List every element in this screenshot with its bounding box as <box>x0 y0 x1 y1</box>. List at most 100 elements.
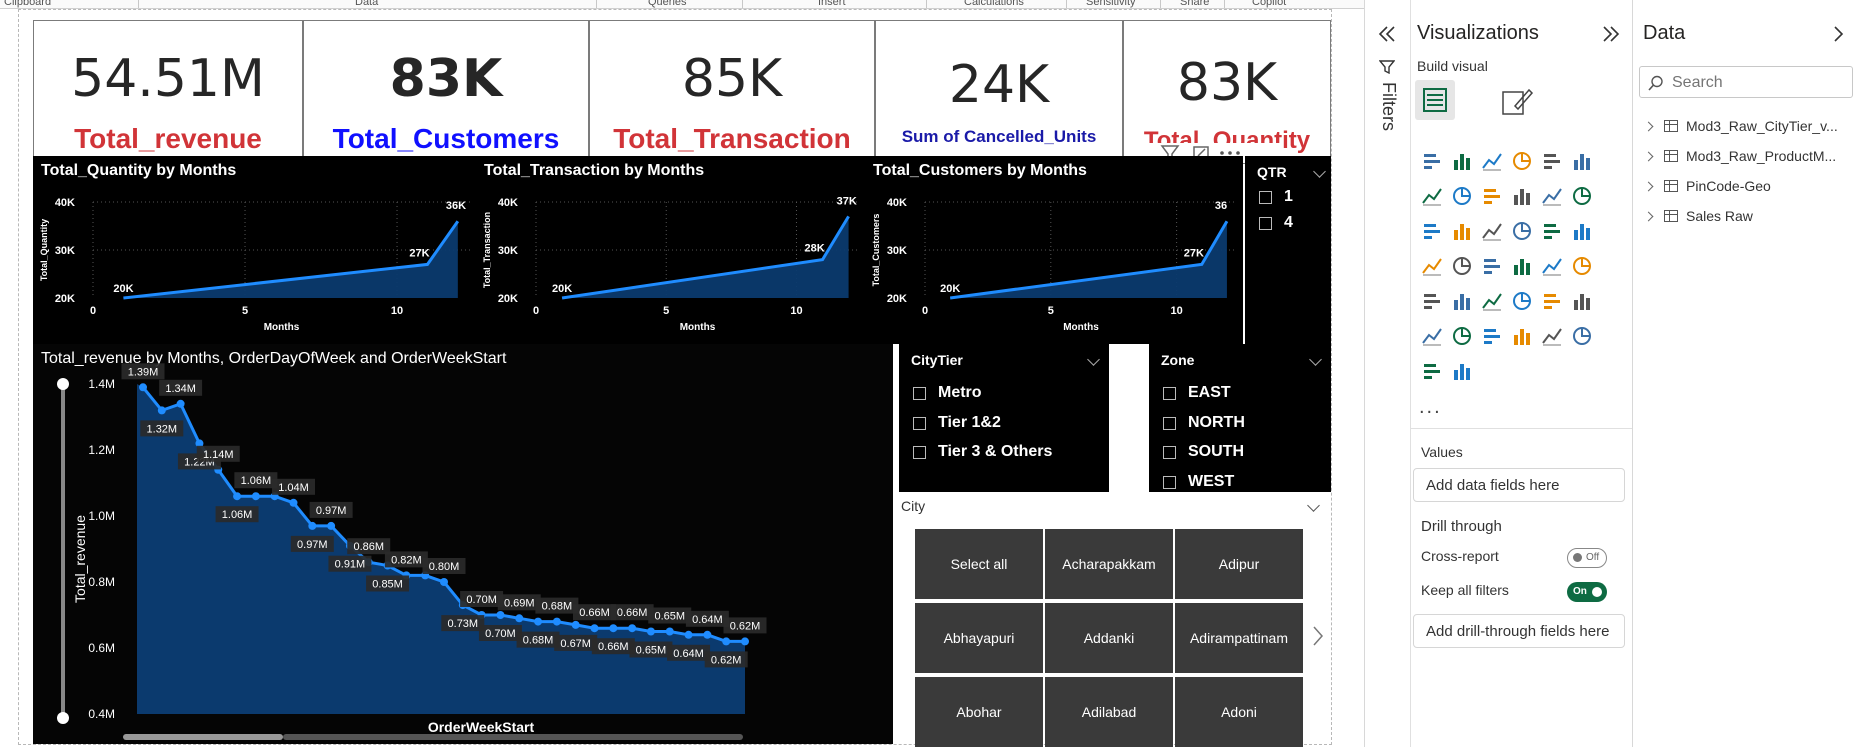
slicer-city[interactable]: City Select all Acharapakkam Adipur Abha… <box>899 498 1331 747</box>
checkbox[interactable] <box>1259 216 1272 230</box>
waterfall-icon[interactable] <box>1571 185 1593 207</box>
checkbox[interactable] <box>913 416 926 430</box>
area-chart-icon[interactable] <box>1451 185 1473 207</box>
city-tile[interactable]: Select all <box>915 529 1043 599</box>
slicer-icon[interactable] <box>1451 290 1473 312</box>
ribbon-group-clipboard[interactable]: Clipboard <box>4 0 51 8</box>
slicer-qtr[interactable]: QTR 1 4 <box>1245 156 1331 344</box>
kpi-card-cancelled-units[interactable]: 24K Sum of Cancelled_Units <box>875 20 1123 164</box>
kpi-card-total-quantity[interactable]: 83K Total_Quantity <box>1123 20 1331 164</box>
line-chart-icon[interactable] <box>1421 185 1443 207</box>
slicer-zone[interactable]: Zone EAST NORTH SOUTH WEST <box>1149 344 1331 492</box>
build-visual-tab[interactable] <box>1415 80 1455 120</box>
filters-pane-collapsed[interactable]: Filters <box>1364 0 1411 747</box>
city-tile[interactable]: Adipur <box>1175 529 1303 599</box>
kpi-card-total-transaction[interactable]: 85K Total_Transaction <box>589 20 875 164</box>
collapse-double-chevron-icon[interactable] <box>1601 24 1621 44</box>
gauge-icon[interactable] <box>1511 255 1533 277</box>
expand-double-chevron-icon[interactable] <box>1377 24 1397 44</box>
slicer-item[interactable]: WEST <box>1163 471 1234 493</box>
slicer-item[interactable]: NORTH <box>1163 412 1245 434</box>
filled-map-icon[interactable] <box>1451 255 1473 277</box>
collapse-chevron-icon[interactable] <box>1829 24 1849 44</box>
slicer-item[interactable]: EAST <box>1163 382 1231 404</box>
more-options-icon[interactable] <box>1220 151 1240 155</box>
slicer-citytier[interactable]: CityTier Metro Tier 1&2 Tier 3 & Others <box>899 344 1109 492</box>
ribbon-group-copilot[interactable]: Copilot <box>1252 0 1286 8</box>
more-visuals-ellipsis[interactable]: ... <box>1419 396 1442 419</box>
chevron-down-icon[interactable] <box>1307 499 1320 512</box>
stacked-area-icon[interactable] <box>1481 185 1503 207</box>
chevron-right-icon[interactable] <box>1643 151 1654 161</box>
keep-all-filters-toggle[interactable]: On <box>1567 582 1607 602</box>
chevron-down-icon[interactable] <box>1313 165 1326 178</box>
ribbon-group-calculations[interactable]: Calculations <box>964 0 1024 8</box>
checkbox[interactable] <box>1259 190 1272 204</box>
table-icon[interactable] <box>1481 290 1503 312</box>
power-automate-icon[interactable] <box>1451 360 1473 382</box>
narrative-icon[interactable] <box>1511 325 1533 347</box>
slicer-item[interactable]: SOUTH <box>1163 441 1244 463</box>
treemap-icon[interactable] <box>1571 220 1593 242</box>
qa-icon[interactable] <box>1481 325 1503 347</box>
slicer-item[interactable]: Metro <box>913 382 982 404</box>
decomposition-tree-icon[interactable] <box>1451 325 1473 347</box>
chevron-right-icon[interactable] <box>1643 181 1654 191</box>
scatter-icon[interactable] <box>1481 220 1503 242</box>
paginated-icon[interactable] <box>1541 325 1563 347</box>
pie-icon[interactable] <box>1511 220 1533 242</box>
chevron-right-icon[interactable] <box>1311 624 1325 648</box>
funnel-icon[interactable] <box>1451 220 1473 242</box>
table-row[interactable]: Mod3_Raw_ProductM... <box>1643 145 1836 167</box>
city-tile[interactable]: Acharapakkam <box>1045 529 1173 599</box>
city-tile[interactable]: Adirampattinam <box>1175 603 1303 673</box>
checkbox[interactable] <box>1163 445 1176 459</box>
ribbon-group-data[interactable]: Data <box>355 0 378 8</box>
ribbon-group-sensitivity[interactable]: Sensitivity <box>1086 0 1136 8</box>
checkbox[interactable] <box>1163 416 1176 430</box>
search-input[interactable] <box>1670 71 1844 95</box>
kpi-card-total-revenue[interactable]: 54.51M Total_revenue <box>33 20 303 164</box>
search-box[interactable] <box>1639 66 1853 98</box>
chart-total-revenue-by-months[interactable]: Total_revenue by Months, OrderDayOfWeek … <box>33 344 893 744</box>
filters-label[interactable]: Filters <box>1378 82 1399 131</box>
slicer-item[interactable]: 4 <box>1259 212 1293 234</box>
checkbox[interactable] <box>913 445 926 459</box>
goals-icon[interactable] <box>1571 325 1593 347</box>
donut-icon[interactable] <box>1541 220 1563 242</box>
chevron-down-icon[interactable] <box>1087 353 1100 366</box>
multi-card-icon[interactable] <box>1421 290 1443 312</box>
stacked-column-icon[interactable] <box>1451 150 1473 172</box>
city-tile[interactable]: Adoni <box>1175 677 1303 747</box>
ribbon-group-queries[interactable]: Queries <box>648 0 687 8</box>
azure-map-icon[interactable] <box>1481 255 1503 277</box>
100-column-icon[interactable] <box>1571 150 1593 172</box>
chevron-right-icon[interactable] <box>1643 211 1654 221</box>
table-row[interactable]: Mod3_Raw_CityTier_v... <box>1643 115 1838 137</box>
r-visual-icon[interactable] <box>1541 290 1563 312</box>
city-tile[interactable]: Abohar <box>915 677 1043 747</box>
slicer-item[interactable]: Tier 3 & Others <box>913 441 1052 463</box>
stacked-bar-icon[interactable] <box>1421 150 1443 172</box>
kpi-icon[interactable] <box>1571 255 1593 277</box>
cross-report-toggle[interactable]: Off <box>1567 548 1607 568</box>
kpi-card-total-customers[interactable]: 83K Total_Customers <box>303 20 589 164</box>
chevron-right-icon[interactable] <box>1643 121 1654 131</box>
matrix-icon[interactable] <box>1511 290 1533 312</box>
map-icon[interactable] <box>1421 255 1443 277</box>
checkbox[interactable] <box>1163 386 1176 400</box>
values-drop-zone[interactable]: Add data fields here <box>1413 468 1625 502</box>
city-tile[interactable]: Adilabad <box>1045 677 1173 747</box>
slicer-item[interactable]: 1 <box>1259 186 1293 208</box>
checkbox[interactable] <box>1163 475 1176 489</box>
chart-total-customers-by-months[interactable]: Total_Customers by Months 40K 30K 20K 0 5 10 M… <box>865 156 1243 344</box>
drill-through-drop-zone[interactable]: Add drill-through fields here <box>1413 614 1625 648</box>
chevron-down-icon[interactable] <box>1309 353 1322 366</box>
table-row[interactable]: Sales Raw <box>1643 205 1753 227</box>
city-tile[interactable]: Abhayapuri <box>915 603 1043 673</box>
key-influencers-icon[interactable] <box>1421 325 1443 347</box>
ribbon-chart-icon[interactable] <box>1511 185 1533 207</box>
line-stacked-icon[interactable] <box>1421 220 1443 242</box>
chart-total-transaction-by-months[interactable]: Total_Transaction by Months 40K 30K 20K 0 5 1… <box>476 156 865 344</box>
table-row[interactable]: PinCode-Geo <box>1643 175 1771 197</box>
